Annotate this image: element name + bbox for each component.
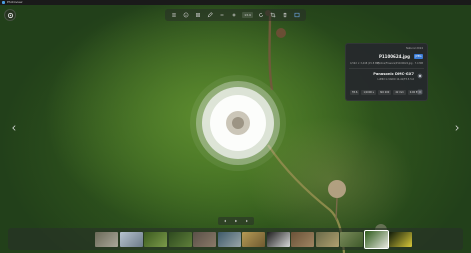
filmstrip-thumbnail[interactable] xyxy=(144,231,167,247)
file-type-badge: JPEG xyxy=(414,54,423,59)
grid-icon xyxy=(196,13,200,17)
info-camera: Panasonic DMC-GX7 xyxy=(373,72,414,76)
exif-shutter: 1/1000 s xyxy=(361,90,376,95)
info-icon xyxy=(183,12,189,18)
filmstrip-thumbnail[interactable] xyxy=(315,231,339,247)
filmstrip-thumbnail[interactable] xyxy=(119,231,143,247)
info-button[interactable] xyxy=(182,11,190,19)
crop-icon xyxy=(270,12,276,18)
rotate-button[interactable] xyxy=(257,11,265,19)
list-button[interactable] xyxy=(170,11,178,19)
filmstrip-thumbnail[interactable] xyxy=(340,231,363,247)
info-divider xyxy=(349,68,424,69)
playback-bar xyxy=(218,217,254,225)
info-path: Photos/Flowers/P1100624.jpg · 7.4 MB xyxy=(377,62,423,65)
viewer-toolbar: 13.9 xyxy=(165,9,306,21)
filmstrip-thumbnail[interactable] xyxy=(168,231,192,247)
zoom-out-button[interactable] xyxy=(218,11,226,19)
edit-icon xyxy=(207,12,213,18)
filmstrip-thumbnail[interactable] xyxy=(266,231,290,247)
filmstrip-thumbnail[interactable] xyxy=(389,231,412,247)
filmstrip-thumbnail[interactable] xyxy=(291,231,314,247)
slideshow-icon[interactable] xyxy=(234,219,238,223)
zoom-level-field[interactable]: 13.9 xyxy=(242,12,253,18)
crop-button[interactable] xyxy=(269,11,277,19)
window-title: Photoview xyxy=(7,0,23,4)
exif-focal-length: 42 mm xyxy=(393,90,406,95)
filmstrip-thumbnail[interactable] xyxy=(95,231,118,247)
title-bar: Photoview xyxy=(0,0,471,5)
filmstrip xyxy=(8,228,463,250)
fullscreen-button[interactable] xyxy=(293,11,301,19)
delete-button[interactable] xyxy=(281,11,289,19)
app-icon xyxy=(2,1,5,4)
zoom-out-icon xyxy=(220,14,224,16)
info-filename: P1100624.jpg xyxy=(378,54,410,59)
filmstrip-thumbnail[interactable] xyxy=(242,231,265,247)
rotate-icon xyxy=(259,12,263,17)
previous-image-button[interactable] xyxy=(11,124,17,132)
info-date: Natural 2024 xyxy=(406,47,423,50)
delete-icon xyxy=(283,12,287,18)
zoom-in-icon xyxy=(232,13,236,17)
fullscreen-icon xyxy=(294,12,300,18)
camera-icon xyxy=(417,73,423,79)
previous-icon[interactable] xyxy=(223,219,227,223)
filmstrip-thumbnail[interactable] xyxy=(363,229,389,249)
gear-icon xyxy=(7,12,13,18)
exif-iso: ISO 200 xyxy=(377,90,392,95)
info-dimensions: 4,592 × 3,448 (15.8 MP) xyxy=(350,62,380,65)
exif-aperture: f/5.6 xyxy=(350,90,360,95)
filmstrip-thumbnail[interactable] xyxy=(193,231,216,247)
edit-button[interactable] xyxy=(206,11,214,19)
info-lens: LUMIX G VARIO 14-42/F3.5-5.6 xyxy=(377,78,414,81)
next-icon[interactable] xyxy=(245,219,249,223)
chevron-right-icon xyxy=(455,125,459,131)
grid-button[interactable] xyxy=(194,11,202,19)
exposure-icon xyxy=(417,89,423,95)
list-icon xyxy=(172,13,176,17)
zoom-in-button[interactable] xyxy=(230,11,238,19)
filmstrip-thumbnail[interactable] xyxy=(217,231,241,247)
chevron-left-icon xyxy=(12,125,16,131)
next-image-button[interactable] xyxy=(454,124,460,132)
exif-row: f/5.6 1/1000 s ISO 200 42 mm 0.00 EV xyxy=(350,90,422,95)
menu-button[interactable] xyxy=(4,9,16,21)
info-panel: Natural 2024 P1100624.jpg JPEG 4,592 × 3… xyxy=(345,43,428,101)
